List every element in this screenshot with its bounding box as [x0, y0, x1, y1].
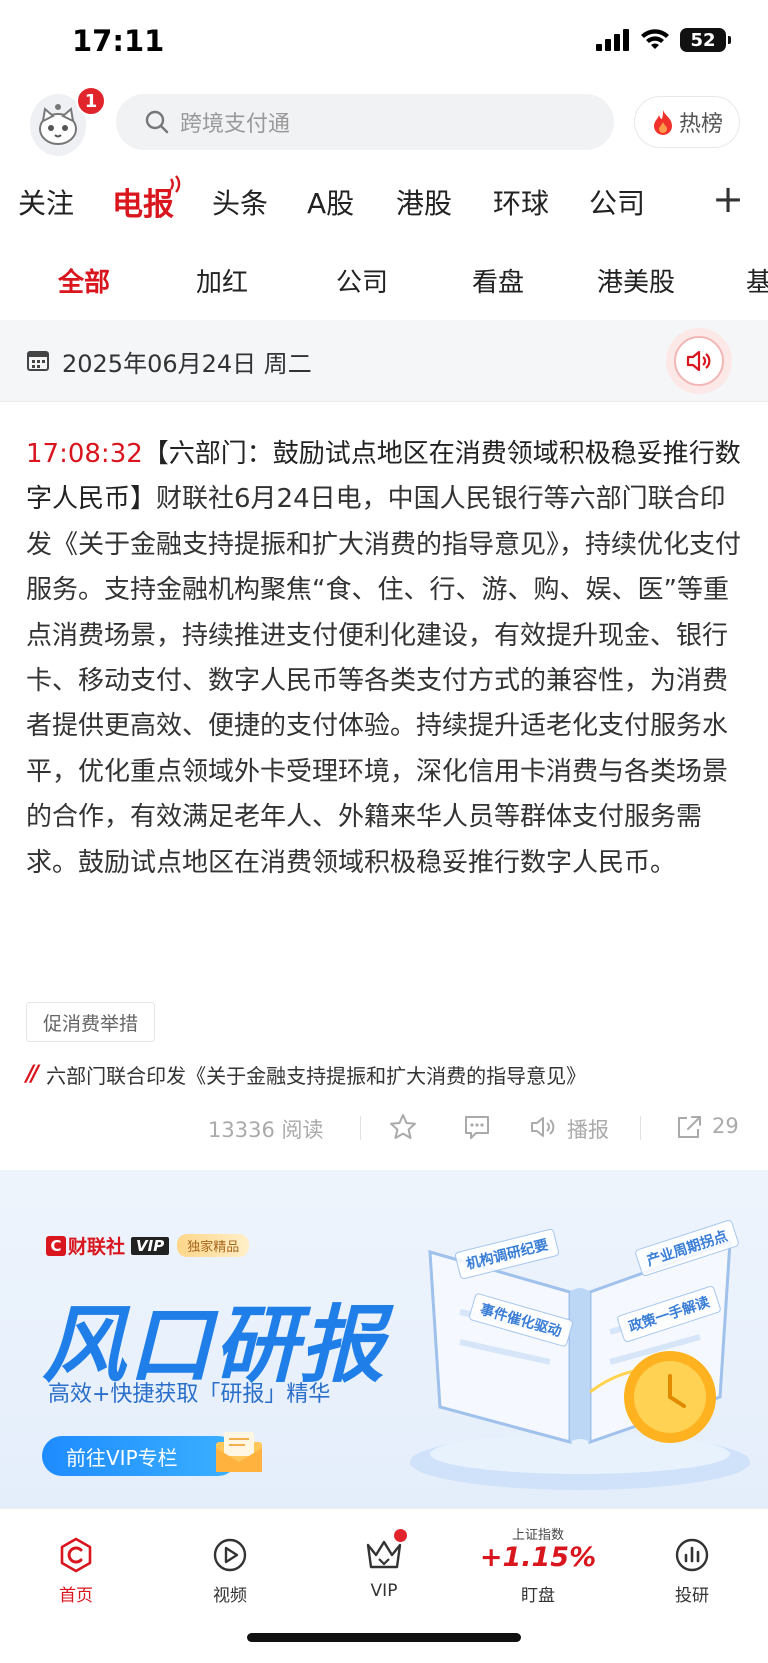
- tab-vip[interactable]: VIP: [324, 1523, 444, 1601]
- home-c-icon: [60, 1537, 92, 1573]
- nav-hk-stocks[interactable]: 港股: [396, 182, 452, 222]
- status-icons: 52: [596, 28, 731, 52]
- signal-icon: [596, 29, 629, 51]
- calendar-icon: [27, 351, 49, 371]
- broadcast-label[interactable]: 播报: [567, 1114, 609, 1144]
- subnav-fund[interactable]: 基: [746, 262, 768, 299]
- subnav-market-watch[interactable]: 看盘: [472, 262, 524, 299]
- nav-headlines[interactable]: 头条: [212, 182, 268, 222]
- main-category-nav: 关注 电报 头条 A股 港股 环球 公司 +: [0, 168, 768, 234]
- notification-badge[interactable]: 1: [76, 86, 106, 116]
- cat-avatar-icon: [39, 104, 77, 145]
- tab-research[interactable]: 投研: [632, 1523, 752, 1606]
- nav-follow[interactable]: 关注: [18, 182, 74, 222]
- article-body: 财联社6月24日电，中国人民银行等六部门联合印发《关于金融支持提振和扩大消费的指…: [26, 484, 742, 878]
- exclusive-badge: 独家精品: [177, 1234, 250, 1257]
- nav-telegraph[interactable]: 电报: [112, 175, 181, 224]
- status-bar: 17:11 52: [0, 0, 768, 86]
- tab-video[interactable]: 视频: [170, 1523, 290, 1606]
- play-icon: [213, 1538, 247, 1572]
- divider: [640, 1116, 641, 1140]
- index-name: 上证指数: [511, 1528, 564, 1544]
- topic-tag[interactable]: 促消费举措: [26, 1002, 156, 1042]
- brand-vip: VIP: [131, 1236, 170, 1255]
- article-actions: 13336 阅读 播报 29: [0, 1108, 768, 1148]
- hot-list-button[interactable]: 热榜: [634, 96, 740, 148]
- subnav-red[interactable]: 加红: [196, 262, 248, 299]
- read-label: 阅读: [281, 1118, 324, 1142]
- status-time: 17:11: [72, 24, 165, 58]
- go-vip-button[interactable]: 前往VIP专栏: [42, 1436, 238, 1476]
- read-count: 13336 阅读: [208, 1114, 324, 1144]
- tab-watch[interactable]: 上证指数 +1.15% 盯盘: [478, 1523, 598, 1606]
- flame-icon: [653, 110, 672, 135]
- app-header: 1 跨境支付通 热榜: [0, 86, 768, 168]
- search-icon: [145, 110, 169, 134]
- tab-home[interactable]: 首页: [16, 1523, 136, 1606]
- broadcast-button[interactable]: [666, 328, 732, 394]
- nav-telegraph-label: 电报: [112, 187, 174, 223]
- article-timestamp: 17:08:32: [26, 439, 143, 469]
- banner-subtitle: 高效+快捷获取「研报」精华: [48, 1382, 331, 1407]
- comment-icon[interactable]: [462, 1112, 492, 1142]
- tab-vip-label: VIP: [370, 1581, 398, 1601]
- tab-watch-label: 盯盘: [521, 1586, 555, 1606]
- battery-indicator: 52: [680, 28, 731, 52]
- nav-global[interactable]: 环球: [493, 182, 549, 222]
- hot-list-label: 热榜: [678, 112, 723, 137]
- sub-category-nav: 全部 加红 公司 看盘 港美股 基: [0, 250, 768, 316]
- cls-logo: C 财联社 VIP: [46, 1232, 170, 1259]
- brand-name: 财联社: [68, 1236, 126, 1258]
- current-date: 2025年06月24日 周二: [62, 350, 312, 378]
- divider: [360, 1116, 361, 1140]
- related-marker-icon: //: [26, 1062, 39, 1087]
- tab-research-label: 投研: [675, 1586, 709, 1606]
- live-signal-icon: [169, 175, 181, 193]
- nav-fade: [642, 168, 702, 234]
- read-count-value: 13336: [208, 1118, 275, 1142]
- audio-icon[interactable]: [528, 1112, 558, 1142]
- crown-icon: [366, 1540, 402, 1569]
- date-bar: 2025年06月24日 周二: [0, 320, 768, 402]
- chart-icon: [675, 1538, 709, 1572]
- search-placeholder: 跨境支付通: [180, 112, 291, 137]
- nav-a-shares[interactable]: A股: [307, 182, 354, 222]
- search-bar[interactable]: 跨境支付通: [116, 94, 614, 150]
- vip-promo-banner[interactable]: C 财联社 VIP 独家精品 风口研报 高效+快捷获取「研报」精华 前往VIP专栏 …: [0, 1170, 768, 1508]
- envelope-icon: [216, 1432, 262, 1472]
- subnav-hk-us[interactable]: 港美股: [597, 262, 675, 299]
- subnav-all[interactable]: 全部: [58, 262, 110, 299]
- tab-video-label: 视频: [213, 1586, 247, 1606]
- subnav-company[interactable]: 公司: [336, 262, 388, 299]
- speaker-icon: [686, 350, 711, 372]
- add-channel-icon[interactable]: +: [712, 180, 744, 218]
- share-count: 29: [712, 1114, 739, 1138]
- banner-brand: C 财联社 VIP 独家精品: [46, 1232, 250, 1259]
- telegraph-article[interactable]: 17:08:32【六部门：鼓励试点地区在消费领域积极稳妥推行数字人民币】财联社6…: [26, 432, 742, 886]
- tab-home-label: 首页: [59, 1586, 93, 1606]
- wifi-icon: [641, 29, 669, 49]
- related-link[interactable]: // 六部门联合印发《关于金融支持提振和扩大消费的指导意见》: [26, 1060, 586, 1089]
- home-indicator[interactable]: [247, 1633, 521, 1642]
- star-icon[interactable]: [388, 1112, 418, 1142]
- share-icon[interactable]: [674, 1112, 704, 1142]
- vip-notification-dot: [394, 1529, 407, 1542]
- index-change: +1.15%: [479, 1542, 597, 1574]
- related-title: 六部门联合印发《关于金融支持提振和扩大消费的指导意见》: [46, 1064, 587, 1088]
- nav-company[interactable]: 公司: [589, 182, 645, 222]
